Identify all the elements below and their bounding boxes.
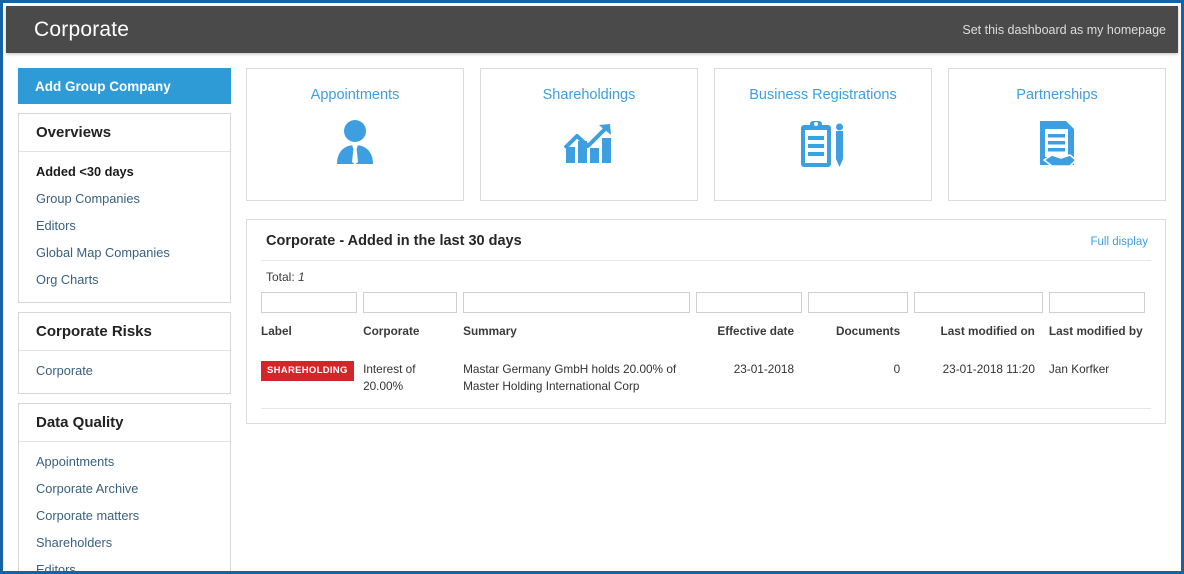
data-panel-header: Corporate - Added in the last 30 days Fu… xyxy=(261,220,1151,261)
total-label: Total: xyxy=(266,270,295,284)
tile-row: Appointments Shareholdings Business Regist… xyxy=(246,68,1166,201)
tile-business-registrations[interactable]: Business Registrations xyxy=(714,68,932,201)
column-header-label: Last modified by xyxy=(1048,324,1143,338)
sidebar-item-group-companies[interactable]: Group Companies xyxy=(19,185,230,212)
sidebar: Add Group Company Overviews Added <30 day… xyxy=(18,68,231,571)
summary-cell: Mastar Germany GmbH holds 20.00% of Mast… xyxy=(463,352,696,410)
bar-chart-arrow-icon xyxy=(562,117,616,171)
person-tie-icon xyxy=(328,117,382,171)
documents-cell: 0 xyxy=(808,352,915,410)
sidebar-section-body: Added <30 days Group Companies Editors Glob… xyxy=(19,152,230,302)
tile-label: Business Registrations xyxy=(749,87,897,103)
column-header-label: Label xyxy=(261,324,292,338)
column-header-label: Documents xyxy=(835,324,901,338)
column-header-summary[interactable]: Summary xyxy=(463,313,696,352)
sidebar-section: Overviews Added <30 days Group Companies Ed… xyxy=(18,113,231,303)
sidebar-section-title: Overviews xyxy=(19,114,230,152)
last-modified-by-cell: Jan Korfker xyxy=(1048,352,1151,410)
filter-input-last-modified-on[interactable] xyxy=(914,292,1043,313)
sidebar-item-shareholders[interactable]: Shareholders xyxy=(19,529,230,556)
column-header-corporate[interactable]: Corporate xyxy=(363,313,463,352)
tile-label: Partnerships xyxy=(1016,87,1098,103)
tile-label: Shareholdings xyxy=(542,87,636,103)
clipboard-pen-icon xyxy=(796,117,850,171)
filter-cell xyxy=(463,292,696,313)
table-body: SHAREHOLDING Interest of 20.00% Mastar Ger… xyxy=(261,352,1151,410)
tile-label: Appointments xyxy=(310,87,400,103)
corporate-cell: Interest of 20.00% xyxy=(363,352,464,410)
column-header-label[interactable]: Label xyxy=(261,313,363,352)
last-modified-on-cell: 23-01-2018 11:20 xyxy=(914,352,1049,410)
sidebar-section-body: Appointments Corporate Archive Corporate m… xyxy=(19,442,230,571)
column-header-label: Summary xyxy=(463,324,517,338)
filter-cell xyxy=(1048,292,1151,313)
filter-input-summary[interactable] xyxy=(463,292,690,313)
sidebar-section-title: Data Quality xyxy=(19,404,230,442)
sidebar-section-title: Corporate Risks xyxy=(19,313,230,351)
sidebar-item-editors[interactable]: Editors xyxy=(19,212,230,239)
column-header-effective-date[interactable]: Effective date xyxy=(696,313,808,352)
page-title: Corporate xyxy=(34,17,130,41)
set-homepage-link[interactable]: Set this dashboard as my homepage xyxy=(962,23,1166,37)
filter-cell xyxy=(695,292,808,313)
filter-cell xyxy=(261,292,363,313)
filter-input-last-modified-by[interactable] xyxy=(1048,292,1145,313)
data-panel: Corporate - Added in the last 30 days Fu… xyxy=(246,219,1166,425)
sidebar-item-corporate-archive[interactable]: Corporate Archive xyxy=(19,475,230,502)
data-panel-title: Corporate - Added in the last 30 days xyxy=(266,233,522,249)
sidebar-section: Data Quality Appointments Corporate Archiv… xyxy=(18,403,231,571)
main-content: Appointments Shareholdings Business Regist… xyxy=(246,68,1166,425)
filter-input-documents[interactable] xyxy=(808,292,909,313)
column-header-last-modified-on[interactable]: Last modified on xyxy=(914,313,1049,352)
body-area: Add Group Company Overviews Added <30 day… xyxy=(6,55,1178,571)
tile-appointments[interactable]: Appointments xyxy=(246,68,464,201)
sidebar-item-global-map-companies[interactable]: Global Map Companies xyxy=(19,239,230,266)
filter-cell xyxy=(914,292,1049,313)
column-header-label: Last modified on xyxy=(940,324,1035,338)
total-count: Total: 1 xyxy=(261,261,1151,292)
filter-cell xyxy=(808,292,914,313)
tile-partnerships[interactable]: Partnerships xyxy=(948,68,1166,201)
sidebar-sections: Overviews Added <30 days Group Companies Ed… xyxy=(18,113,231,571)
dashboard-page: Corporate Set this dashboard as my homep… xyxy=(0,0,1184,574)
filter-row xyxy=(261,292,1151,313)
add-group-company-button[interactable]: Add Group Company xyxy=(18,68,231,104)
label-cell: SHAREHOLDING xyxy=(261,352,364,410)
document-handshake-icon xyxy=(1030,117,1084,171)
results-table: Label Corporate Summary Effective date Docum… xyxy=(261,292,1151,410)
tile-shareholdings[interactable]: Shareholdings xyxy=(480,68,698,201)
status-badge: SHAREHOLDING xyxy=(261,361,354,381)
sidebar-item-added-30-days[interactable]: Added <30 days xyxy=(19,158,230,185)
column-header-row: Label Corporate Summary Effective date Docum… xyxy=(261,313,1151,352)
filter-input-effective-date[interactable] xyxy=(695,292,803,313)
app-header: Corporate Set this dashboard as my homep… xyxy=(6,6,1178,53)
effective-date-cell: 23-01-2018 xyxy=(695,352,809,410)
filter-cell xyxy=(363,292,463,313)
sidebar-item-org-charts[interactable]: Org Charts xyxy=(19,266,230,293)
full-display-link[interactable]: Full display xyxy=(1090,236,1148,248)
sidebar-item-editors[interactable]: Editors xyxy=(19,556,230,571)
column-header-label: Effective date xyxy=(717,324,795,338)
column-header-last-modified-by[interactable]: Last modified by xyxy=(1049,313,1151,352)
filter-input-corporate[interactable] xyxy=(363,292,458,313)
filter-input-label[interactable] xyxy=(261,292,358,313)
table-row[interactable]: SHAREHOLDING Interest of 20.00% Mastar Ger… xyxy=(261,352,1151,410)
column-header-documents[interactable]: Documents xyxy=(808,313,914,352)
sidebar-section-body: Corporate xyxy=(19,351,230,393)
sidebar-item-corporate[interactable]: Corporate xyxy=(19,357,230,384)
total-value: 1 xyxy=(298,270,305,284)
sidebar-item-corporate-matters[interactable]: Corporate matters xyxy=(19,502,230,529)
column-header-label: Corporate xyxy=(363,324,420,338)
sidebar-section: Corporate Risks Corporate xyxy=(18,312,231,394)
sidebar-item-appointments[interactable]: Appointments xyxy=(19,448,230,475)
